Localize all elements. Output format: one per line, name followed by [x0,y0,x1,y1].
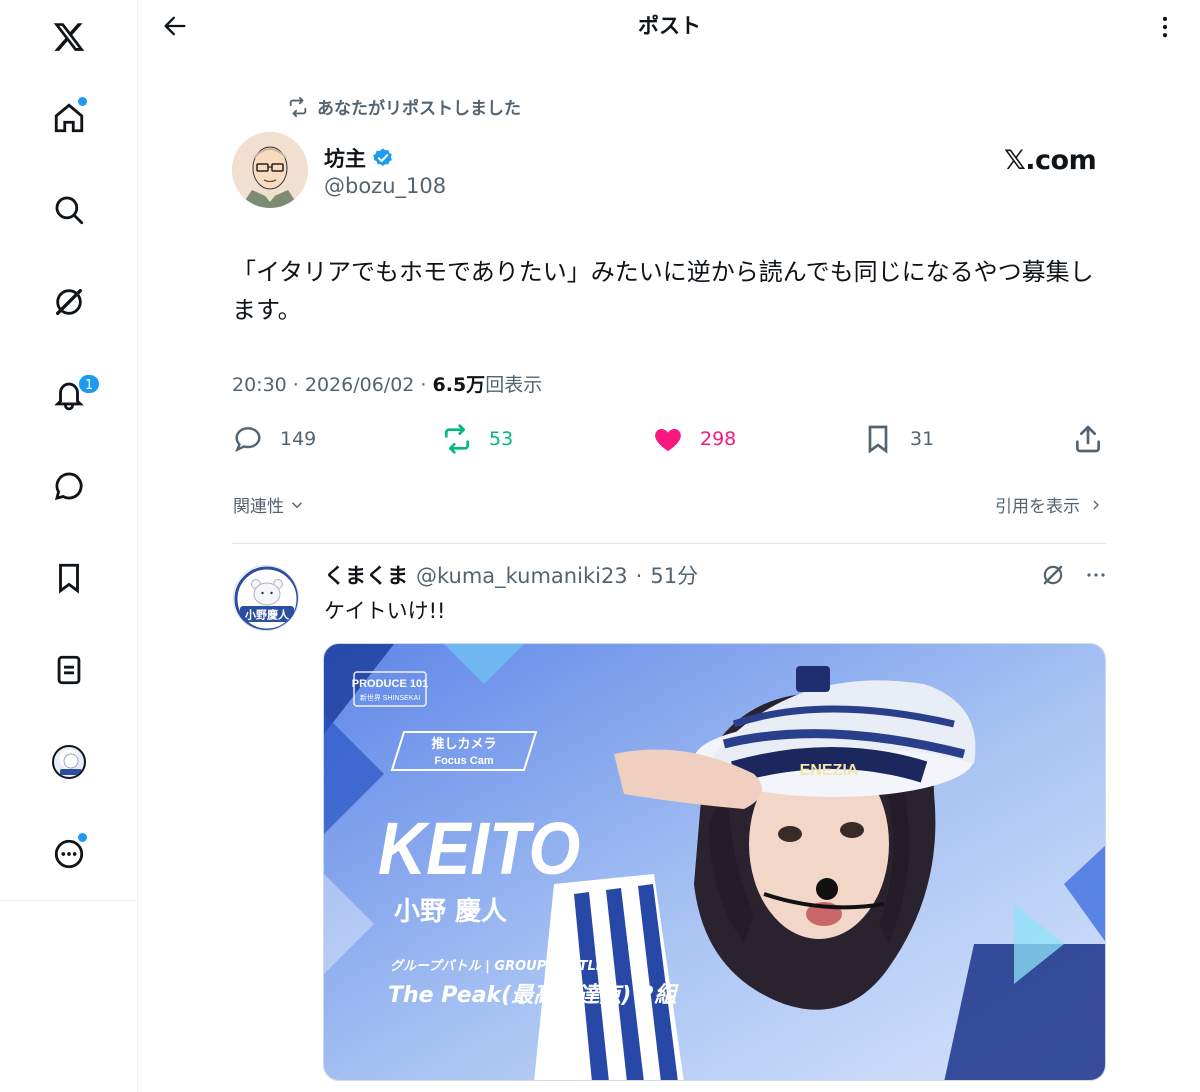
repost-count: 53 [489,428,514,450]
repost-button[interactable]: 53 [441,420,513,458]
view-count: 6.5万 [432,374,486,396]
media-name-en: KEITO [378,807,580,890]
like-count: 298 [700,428,737,450]
bookmark-count: 31 [910,428,935,450]
more-unread-dot [78,833,87,842]
reply-avatar[interactable]: 小野慶人 [233,565,299,631]
sort-label: 関連性 [233,497,284,517]
reply-media-image[interactable]: ENEZIA PRODUCE 101 新世界 SHINSEKAI 推しカメラ F… [323,643,1106,1081]
share-icon [1076,425,1100,453]
more-menu-icon[interactable] [44,829,94,879]
repost-note: あなたがリポストしました [317,99,521,119]
view-quotes-link[interactable]: 引用を表示 [995,492,1104,517]
more-options-icon[interactable] [1148,10,1182,44]
author-avatar[interactable] [232,132,308,208]
heart-filled-icon [655,429,681,451]
chevron-right-icon [1093,500,1099,509]
notifications-bell-icon[interactable]: 1 [44,369,102,419]
sidebar-divider [0,900,138,901]
media-category: グループバトル | GROUP BATTLE [390,958,605,974]
reply-tools [1040,562,1108,588]
author-name: 坊主 [324,147,366,171]
repost-icon [445,424,469,454]
home-unread-dot [78,97,87,106]
like-button[interactable]: 298 [652,420,736,458]
xcom-source-label: 𝕏.com [1004,145,1097,176]
reply-separator: · [635,564,643,588]
verified-badge-icon [373,148,392,166]
reply-author-handle[interactable]: @kuma_kumaniki23 [416,564,628,588]
media-brand-sub: 新世界 SHINSEKAI [360,693,420,702]
reply-count: 149 [280,428,317,450]
reply-text: ケイトいけ!! [324,599,446,623]
reply-icon [235,427,261,453]
media-badge-top: 推しカメラ [431,736,496,752]
share-button[interactable] [1072,420,1104,458]
post-text: 「イタリアでもホモでありたい」みたいに逆から読んでも同じになるやつ募集します。 [232,258,1094,324]
media-song: The Peak(最高到達点) 2組 [388,982,679,1008]
reply-button[interactable]: 149 [232,420,316,458]
reply-time[interactable]: 51分 [650,560,698,590]
media-badge-bottom: Focus Cam [434,755,494,767]
post-timestamp[interactable]: 20:30 · 2026/06/02 · [232,374,433,396]
chevron-down-icon [291,501,303,508]
author-handle[interactable]: @bozu_108 [324,174,446,198]
reply-more-icon[interactable] [1084,563,1108,587]
reply-author-name[interactable]: くまくま [324,560,408,590]
repost-indicator: あなたがリポストしました [287,94,521,119]
profile-avatar[interactable] [44,737,94,787]
post-meta: 20:30 · 2026/06/02 · 6.5万回表示 [232,370,542,397]
x-logo-icon[interactable] [44,12,94,62]
page-title: ポスト [638,14,701,38]
sidebar: 1 [0,0,138,1092]
reply-divider [232,543,1106,544]
quotes-link-label: 引用を表示 [995,497,1080,517]
search-icon[interactable] [44,185,94,235]
bookmark-icon [868,425,888,454]
notification-badge: 1 [77,373,102,395]
cap-text: ENEZIA [800,762,859,779]
bookmark-button[interactable]: 31 [862,420,934,458]
reply-header: くまくま @kuma_kumaniki23 · 51分 [324,560,698,590]
lists-icon[interactable] [44,645,94,695]
sort-dropdown[interactable]: 関連性 [233,492,306,517]
grok-icon[interactable] [44,277,94,327]
media-name-jp: 小野 慶人 [394,896,507,927]
media-brand: PRODUCE 101 [352,678,428,690]
view-label: 回表示 [485,374,543,396]
home-icon[interactable] [44,93,94,143]
reply-avatar-text: 小野慶人 [244,608,290,622]
bookmarks-icon[interactable] [44,553,94,603]
repost-small-icon [289,96,307,117]
author-name-row[interactable]: 坊主 [324,143,394,173]
grok-icon[interactable] [1040,562,1066,588]
top-bar: ポスト [139,0,1200,52]
messages-icon[interactable] [44,461,94,511]
